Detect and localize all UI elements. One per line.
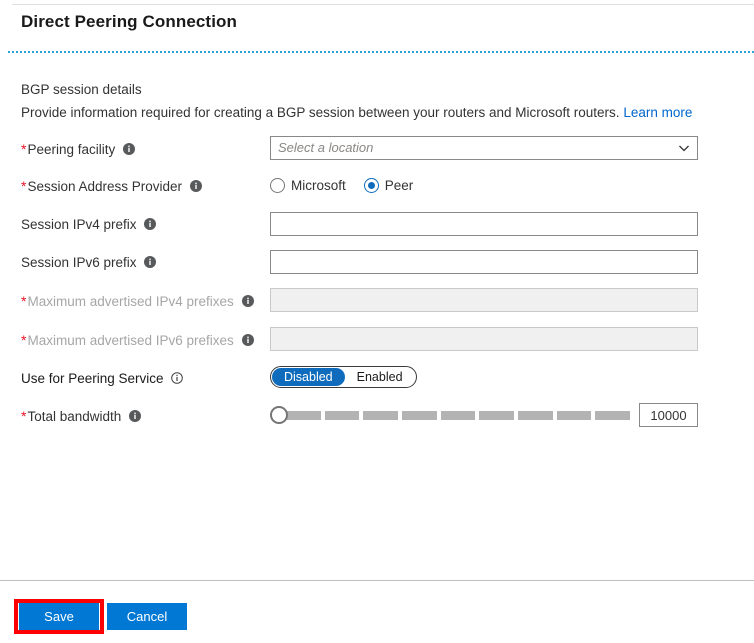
slider-thumb[interactable] [270, 406, 288, 424]
use-for-peering-service-label-text: Use for Peering Service [21, 371, 164, 386]
section-heading: BGP session details [21, 82, 142, 97]
radio-label-peer: Peer [384, 177, 414, 193]
session-ipv4-prefix-label-text: Session IPv4 prefix [21, 217, 137, 232]
learn-more-link[interactable]: Learn more [623, 105, 692, 120]
total-bandwidth-slider[interactable] [270, 403, 631, 427]
radio-indicator-peer[interactable] [363, 177, 379, 193]
max-advertised-ipv6-label-text: Maximum advertised IPv6 prefixes [27, 333, 234, 348]
peering-facility-dropdown[interactable]: Select a location [270, 136, 698, 160]
row-total-bandwidth: *Total bandwidth [21, 403, 721, 429]
radio-indicator-microsoft[interactable] [270, 177, 285, 193]
use-for-peering-service-label: Use for Peering Service [21, 366, 184, 392]
dashed-divider [8, 51, 754, 53]
required-asterisk: * [21, 293, 27, 309]
slider-segment [363, 411, 399, 420]
row-max-advertised-ipv4: *Maximum advertised IPv4 prefixes [21, 288, 721, 314]
slider-segment [479, 411, 515, 420]
session-ipv6-prefix-label: Session IPv6 prefix [21, 250, 157, 276]
radio-option-microsoft[interactable]: Microsoft [270, 177, 346, 193]
section-description: Provide information required for creatin… [21, 105, 692, 120]
required-asterisk: * [21, 332, 27, 348]
slider-track[interactable] [286, 411, 631, 420]
slider-segment [595, 411, 631, 420]
save-button[interactable]: Save [19, 603, 99, 630]
info-icon[interactable] [123, 143, 136, 156]
required-asterisk: * [21, 178, 27, 194]
row-use-for-peering-service: Use for Peering Service Disabled Enabled [21, 366, 721, 392]
session-ipv6-prefix-label-text: Session IPv6 prefix [21, 255, 137, 270]
slider-segment [286, 411, 321, 420]
cancel-button[interactable]: Cancel [107, 603, 187, 630]
radio-option-peer[interactable]: Peer [363, 177, 414, 193]
slider-segment [402, 411, 437, 420]
row-session-ipv4-prefix: Session IPv4 prefix [21, 212, 721, 238]
info-icon[interactable] [241, 334, 254, 347]
page-title: Direct Peering Connection [21, 12, 237, 31]
total-bandwidth-value-input[interactable] [639, 403, 698, 427]
toggle-option-disabled[interactable]: Disabled [272, 368, 345, 386]
max-advertised-ipv4-label: *Maximum advertised IPv4 prefixes [21, 288, 254, 314]
slider-segment [324, 411, 360, 420]
peering-facility-label: *Peering facility [21, 136, 136, 162]
info-icon[interactable] [189, 180, 202, 193]
info-icon[interactable] [129, 410, 142, 423]
row-peering-facility: *Peering facility Select a location [21, 136, 721, 162]
radio-label-microsoft: Microsoft [291, 177, 346, 193]
slider-segment [518, 411, 553, 420]
top-divider [12, 4, 754, 5]
max-advertised-ipv6-label: *Maximum advertised IPv6 prefixes [21, 327, 254, 353]
slider-segment [556, 411, 592, 420]
peering-facility-placeholder: Select a location [278, 140, 374, 155]
session-ipv4-prefix-label: Session IPv4 prefix [21, 212, 157, 238]
section-description-text: Provide information required for creatin… [21, 105, 620, 120]
max-advertised-ipv4-input [270, 288, 698, 312]
use-for-peering-service-toggle[interactable]: Disabled Enabled [270, 366, 417, 388]
chevron-down-icon [678, 142, 690, 154]
row-session-ipv6-prefix: Session IPv6 prefix [21, 250, 721, 276]
info-icon[interactable] [171, 372, 184, 385]
session-ipv4-prefix-input[interactable] [270, 212, 698, 236]
max-advertised-ipv6-input [270, 327, 698, 351]
total-bandwidth-label: *Total bandwidth [21, 403, 142, 429]
required-asterisk: * [21, 141, 27, 157]
peering-facility-label-text: Peering facility [27, 142, 116, 157]
toggle-option-enabled[interactable]: Enabled [345, 368, 415, 386]
session-address-provider-label: *Session Address Provider [21, 173, 202, 199]
info-icon[interactable] [241, 295, 254, 308]
total-bandwidth-label-text: Total bandwidth [27, 409, 122, 424]
required-asterisk: * [21, 408, 27, 424]
max-advertised-ipv4-label-text: Maximum advertised IPv4 prefixes [27, 294, 234, 309]
info-icon[interactable] [144, 218, 157, 231]
footer-divider [0, 580, 754, 581]
row-max-advertised-ipv6: *Maximum advertised IPv6 prefixes [21, 327, 721, 353]
session-address-provider-radio-group: Microsoft Peer [270, 173, 413, 197]
info-icon[interactable] [144, 256, 157, 269]
session-ipv6-prefix-input[interactable] [270, 250, 698, 274]
session-address-provider-label-text: Session Address Provider [27, 179, 183, 194]
row-session-address-provider: *Session Address Provider Microsoft Peer [21, 173, 721, 199]
slider-segment [440, 411, 476, 420]
